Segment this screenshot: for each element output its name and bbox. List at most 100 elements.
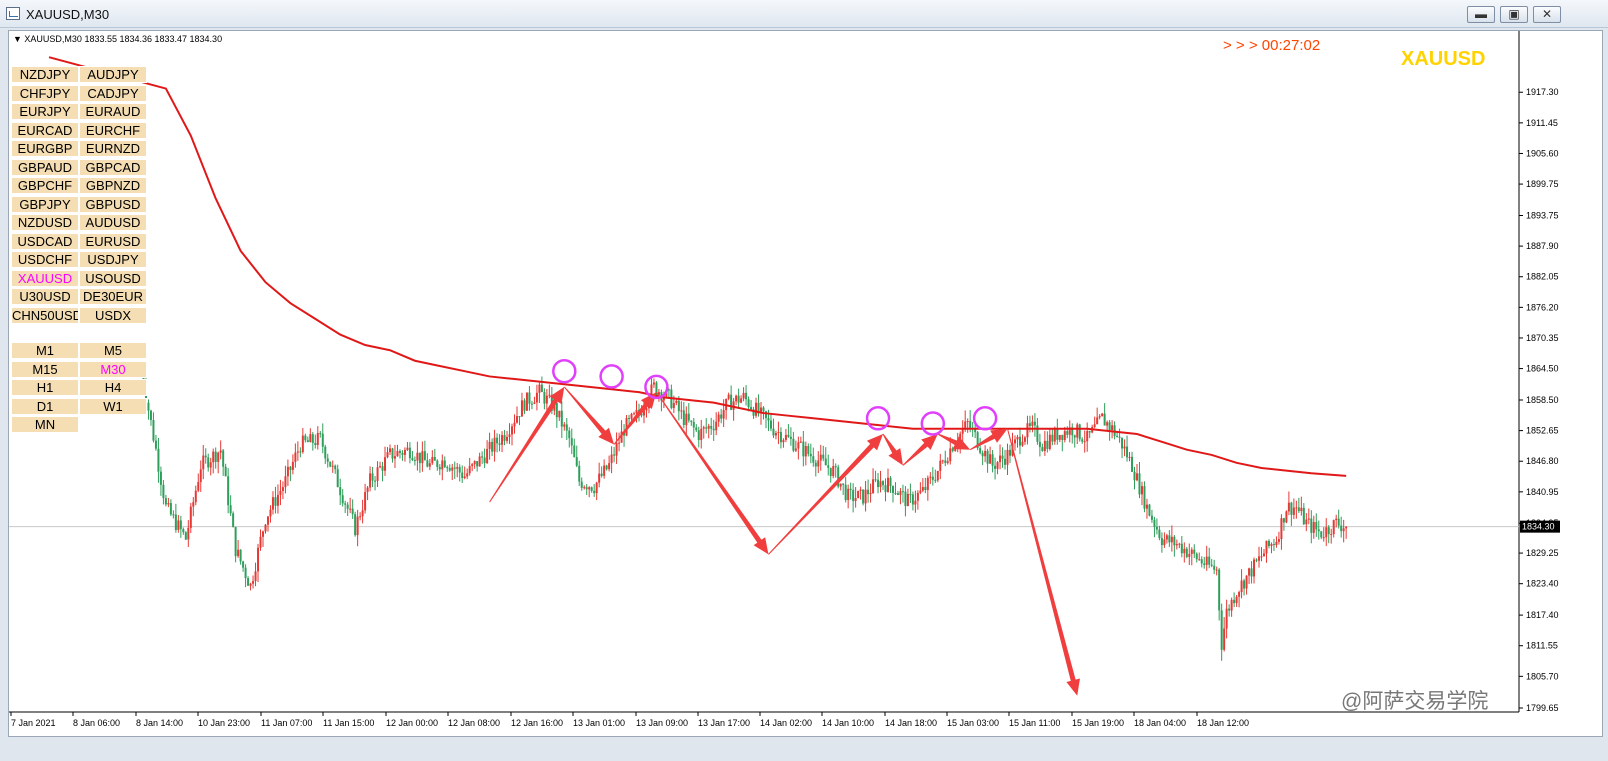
candle-bear (573, 445, 576, 458)
price-tick-label: 1870.35 (1526, 333, 1559, 343)
candle-countdown: > > > 00:27:02 (1223, 37, 1321, 54)
candle-bull (1240, 580, 1243, 593)
candle-bear (247, 578, 250, 586)
candle-bull (1031, 421, 1034, 426)
panel-button-m15[interactable]: M15 (11, 360, 79, 378)
panel-button-usdx[interactable]: USDX (79, 306, 147, 324)
candle-bull (506, 436, 509, 441)
candle-bear (1243, 580, 1246, 589)
candle-bull (1335, 518, 1338, 521)
candle-bear (391, 448, 394, 459)
candle-bear (944, 460, 947, 463)
panel-button-audusd[interactable]: AUDUSD (79, 214, 147, 231)
candle-bear (712, 428, 715, 431)
candle-bull (259, 536, 262, 548)
panel-button-euraud[interactable]: EURAUD (79, 103, 147, 120)
price-chart[interactable]: 1917.30 1911.45 1905.60 1899.75 1893.75 1887.… (9, 31, 1604, 738)
close-button[interactable]: ✕ (1533, 6, 1561, 23)
panel-button-u30usd[interactable]: U30USD (11, 288, 79, 305)
panel-button-eurusd[interactable]: EURUSD (79, 232, 147, 250)
candle-bull (513, 422, 516, 427)
trend-arrow (882, 433, 903, 466)
candle-bear (1078, 424, 1081, 440)
panel-button-eurjpy[interactable]: EURJPY (11, 103, 79, 120)
candle-bear (745, 392, 748, 400)
candle-bull (630, 413, 633, 419)
panel-button-h4[interactable]: H4 (79, 379, 147, 396)
candle-bull (1190, 549, 1193, 554)
candle-bear (204, 455, 207, 458)
candle-bull (1023, 437, 1026, 442)
candle-bear (232, 513, 235, 528)
candle-bear (461, 472, 464, 479)
minimize-button[interactable]: ▬ (1467, 6, 1495, 23)
panel-button-cadjpy[interactable]: CADJPY (79, 84, 147, 102)
time-tick-label: 13 Jan 17:00 (698, 718, 750, 728)
panel-button-w1[interactable]: W1 (79, 397, 147, 415)
candle-bear (329, 461, 332, 467)
candle-bull (189, 506, 192, 528)
candle-bull (1305, 519, 1308, 525)
panel-button-usdcad[interactable]: USDCAD (11, 232, 79, 250)
candle-bull (456, 467, 459, 469)
candle-bull (1026, 423, 1029, 438)
price-tick-label: 1852.65 (1526, 426, 1559, 436)
panel-button-eurnzd[interactable]: EURNZD (79, 140, 147, 157)
candle-bull (1063, 431, 1066, 441)
candle-bull (966, 421, 969, 423)
dropdown-triangle-icon[interactable]: ▼ (13, 34, 24, 44)
panel-button-gbpjpy[interactable]: GBPJPY (11, 195, 79, 213)
panel-button-chn50usd[interactable]: CHN50USD (11, 306, 79, 324)
time-tick-label: 8 Jan 06:00 (73, 718, 120, 728)
panel-button-eurcad[interactable]: EURCAD (11, 121, 79, 139)
candle-bull (1188, 553, 1191, 557)
candle-bear (593, 490, 596, 494)
panel-button-usdchf[interactable]: USDCHF (11, 251, 79, 268)
panel-button-m5[interactable]: M5 (79, 342, 147, 359)
panel-button-gbpaud[interactable]: GBPAUD (11, 158, 79, 176)
candle-bear (580, 481, 583, 488)
candle-bull (618, 442, 621, 444)
chart-area[interactable]: 1917.30 1911.45 1905.60 1899.75 1893.75 1887.… (8, 30, 1603, 737)
maximize-button[interactable]: ▣ (1500, 6, 1528, 23)
panel-button-mn[interactable]: MN (11, 416, 79, 433)
panel-button-eurgbp[interactable]: EURGBP (11, 140, 79, 157)
panel-button-h1[interactable]: H1 (11, 379, 79, 396)
candle-bear (1193, 549, 1196, 554)
panel-button-gbpcad[interactable]: GBPCAD (79, 158, 147, 176)
panel-button-chfjpy[interactable]: CHFJPY (11, 84, 79, 102)
candle-bull (832, 466, 835, 477)
candle-bear (528, 392, 531, 404)
candle-bull (1253, 559, 1256, 577)
candle-bull (192, 502, 195, 507)
panel-button-xauusd[interactable]: XAUUSD (11, 269, 79, 287)
title-bar[interactable]: XAUUSD,M30 ▬ ▣ ✕ (0, 0, 1608, 28)
candle-bull (286, 466, 289, 477)
candle-bear (214, 451, 217, 462)
panel-button-de30eur[interactable]: DE30EUR (79, 288, 147, 305)
candle-bull (864, 489, 867, 504)
panel-button-usdjpy[interactable]: USDJPY (79, 251, 147, 268)
candle-bear (324, 446, 327, 459)
candle-bull (1106, 422, 1109, 426)
panel-button-nzdjpy[interactable]: NZDJPY (11, 66, 79, 83)
panel-button-gbpchf[interactable]: GBPCHF (11, 177, 79, 194)
panel-button-gbpusd[interactable]: GBPUSD (79, 195, 147, 213)
panel-button-gbpnzd[interactable]: GBPNZD (79, 177, 147, 194)
candle-bear (1088, 431, 1091, 433)
candle-bull (921, 487, 924, 491)
panel-button-usousd[interactable]: USOUSD (79, 269, 147, 287)
candle-bull (167, 503, 170, 505)
panel-button-eurchf[interactable]: EURCHF (79, 121, 147, 139)
candle-bear (1203, 563, 1206, 565)
panel-button-m1[interactable]: M1 (11, 342, 79, 359)
candle-bear (1153, 519, 1156, 527)
panel-button-d1[interactable]: D1 (11, 397, 79, 415)
candle-bull (219, 450, 222, 453)
panel-button-m30[interactable]: M30 (79, 360, 147, 378)
panel-button-audjpy[interactable]: AUDJPY (79, 66, 147, 83)
candle-bull (1178, 543, 1181, 545)
candle-bear (924, 487, 927, 491)
price-tick-label: 1823.40 (1526, 579, 1559, 589)
panel-button-nzdusd[interactable]: NZDUSD (11, 214, 79, 231)
